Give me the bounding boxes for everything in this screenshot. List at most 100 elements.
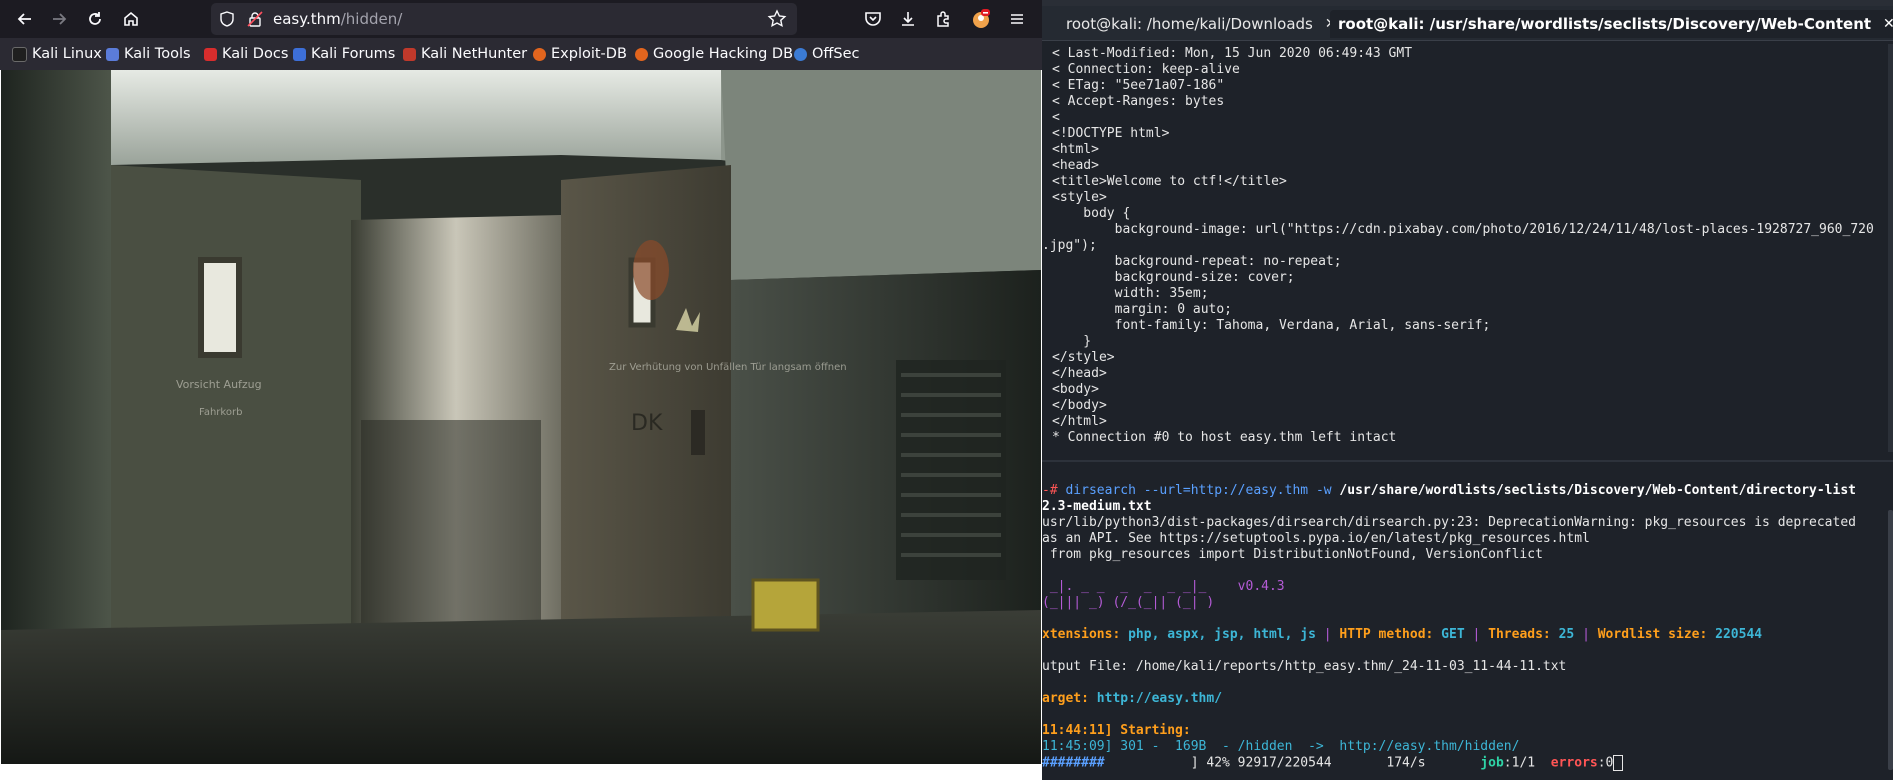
tab-label: root@kali: /home/kali/Downloads: [1066, 15, 1313, 33]
tab-label: root@kali: /usr/share/wordlists/seclists…: [1338, 15, 1872, 33]
command-text: dirsearch --url=http://easy.thm -w: [1065, 483, 1340, 498]
insecure-lock-icon[interactable]: [247, 11, 263, 27]
bookmark-kali-docs[interactable]: Kali Docs: [204, 45, 288, 63]
pocket-button[interactable]: [858, 4, 888, 34]
errors-value: :0: [1597, 755, 1614, 771]
app-menu-button[interactable]: [1002, 4, 1032, 34]
kali-tools-icon: [106, 47, 119, 61]
reload-icon: [89, 12, 101, 25]
kali-nethunter-icon: [403, 47, 416, 61]
separator: |: [1315, 627, 1340, 642]
bookmark-kali-linux[interactable]: Kali Linux: [12, 45, 102, 63]
terminal-line: * Connection #0 to host easy.thm left in…: [1052, 430, 1397, 445]
offsec-icon: [794, 47, 807, 61]
bookmark-label: OffSec: [812, 46, 860, 62]
terminal-line: background-image: url("https://cdn.pixab…: [1052, 222, 1874, 237]
back-button[interactable]: [10, 4, 40, 34]
progress-text: ] 42% 92917/220544 174/s: [1104, 755, 1481, 771]
terminal-output-bottom[interactable]: -# dirsearch --url=http://easy.thm -w /u…: [1042, 467, 1856, 772]
kali-dragon-icon: [12, 46, 27, 62]
url-host: easy.thm: [273, 10, 341, 28]
threads-value: 25: [1558, 627, 1575, 642]
target-label: arget:: [1042, 691, 1097, 706]
bookmark-kali-forums[interactable]: Kali Forums: [293, 45, 395, 63]
terminal-line: width: 35em;: [1052, 286, 1209, 301]
terminal-line: < ETag: "5ee71a07-186": [1052, 78, 1225, 93]
warning-line: as an API. See https://setuptools.pypa.i…: [1042, 531, 1590, 546]
wordlist-value: 220544: [1715, 627, 1763, 642]
tab-web-content[interactable]: root@kali: /usr/share/wordlists/seclists…: [1330, 10, 1893, 38]
extensions-label: xtensions:: [1042, 627, 1129, 642]
bookmark-label: Kali NetHunter: [421, 46, 528, 62]
forward-button[interactable]: [44, 4, 74, 34]
bookmark-kali-nethunter[interactable]: Kali NetHunter: [403, 45, 527, 63]
avatar-icon: [973, 9, 990, 28]
reload-button[interactable]: [80, 4, 110, 34]
page-content: Vorsicht Aufzug Fahrkorb Zur Verhütung v…: [0, 70, 1042, 766]
account-button[interactable]: [966, 4, 996, 34]
terminal-line: <: [1052, 110, 1060, 125]
prompt-symbol: -#: [1042, 483, 1066, 498]
bookmark-label: Exploit-DB: [551, 46, 627, 62]
banner-line: _|. _ _ _ _ _ _|_: [1042, 579, 1238, 594]
dirsearch-version: v0.4.3: [1237, 579, 1285, 594]
terminal-line: < Last-Modified: Mon, 15 Jun 2020 06:49:…: [1052, 46, 1413, 61]
warning-line: from pkg_resources import DistributionNo…: [1042, 547, 1543, 562]
command-path: /usr/share/wordlists/seclists/Discovery/…: [1339, 483, 1856, 498]
bookmark-kali-tools[interactable]: Kali Tools: [106, 45, 191, 63]
bookmark-google-hacking-db[interactable]: Google Hacking DB: [635, 45, 793, 63]
pane-divider[interactable]: [1042, 460, 1893, 462]
firefox-window: easy.thm/hidden/ Kali Linux Kali Tools K…: [0, 0, 1042, 780]
photo-text-vorsicht: Vorsicht Aufzug: [176, 378, 262, 391]
navigation-toolbar: easy.thm/hidden/: [0, 0, 1042, 38]
separator: |: [1464, 627, 1489, 642]
tracking-shield-icon[interactable]: [219, 11, 235, 27]
terminal-line: <html>: [1052, 142, 1099, 157]
ghdb-icon: [635, 47, 648, 61]
threads-label: Threads:: [1488, 627, 1559, 642]
url-bar[interactable]: easy.thm/hidden/: [211, 3, 797, 35]
terminal-line: <!DOCTYPE html>: [1052, 126, 1170, 141]
target-value: http://easy.thm/: [1096, 691, 1223, 706]
terminal-line: </head>: [1052, 366, 1107, 381]
bookmark-label: Kali Forums: [311, 46, 396, 62]
terminal-line: < Accept-Ranges: bytes: [1052, 94, 1225, 109]
terminal-cursor: [1613, 755, 1624, 771]
photo-text-dk: DK: [631, 411, 663, 436]
kali-forums-icon: [293, 47, 306, 61]
scrollbar-top[interactable]: [1888, 44, 1893, 452]
scrollbar-bottom[interactable]: [1888, 510, 1893, 770]
terminal-line: </body>: [1052, 398, 1107, 413]
exploit-db-icon: [533, 47, 546, 61]
extensions-button[interactable]: [929, 4, 959, 34]
terminal-line: .jpg");: [1042, 238, 1097, 253]
bookmark-exploit-db[interactable]: Exploit-DB: [533, 45, 627, 63]
terminal-line: <style>: [1052, 190, 1107, 205]
home-button[interactable]: [116, 4, 146, 34]
terminal-line: < Connection: keep-alive: [1052, 62, 1240, 77]
url-path: /hidden/: [340, 10, 403, 28]
pocket-icon: [865, 12, 881, 26]
bookmark-label: Kali Docs: [222, 46, 289, 62]
terminal-line: <title>Welcome to ctf!</title>: [1052, 174, 1287, 189]
bookmark-offsec[interactable]: OffSec: [794, 45, 860, 63]
puzzle-piece-icon: [937, 11, 949, 27]
home-icon: [124, 11, 138, 26]
terminal-output-top[interactable]: < Last-Modified: Mon, 15 Jun 2020 06:49:…: [1042, 46, 1874, 446]
kali-docs-icon: [204, 47, 217, 61]
forward-arrow-icon: [53, 13, 67, 25]
bookmark-star-icon[interactable]: [767, 9, 787, 29]
close-icon[interactable]: ✕: [1883, 16, 1893, 32]
starting-line: 11:44:11] Starting:: [1042, 723, 1191, 738]
bookmarks-toolbar: Kali Linux Kali Tools Kali Docs Kali For…: [0, 38, 1042, 70]
warning-line: usr/lib/python3/dist-packages/dirsearch/…: [1042, 515, 1856, 530]
bookmark-label: Kali Linux: [32, 46, 102, 62]
tab-downloads[interactable]: root@kali: /home/kali/Downloads✕: [1060, 10, 1343, 38]
job-label: job: [1480, 755, 1504, 771]
progress-bar: ########: [1042, 755, 1105, 771]
job-value: :1/1: [1503, 755, 1551, 771]
url-text[interactable]: easy.thm/hidden/: [273, 10, 402, 28]
terminal-line: </html>: [1052, 414, 1107, 429]
downloads-button[interactable]: [893, 4, 923, 34]
banner-line: (_||| _) (/_(_|| (_| ): [1042, 595, 1238, 610]
